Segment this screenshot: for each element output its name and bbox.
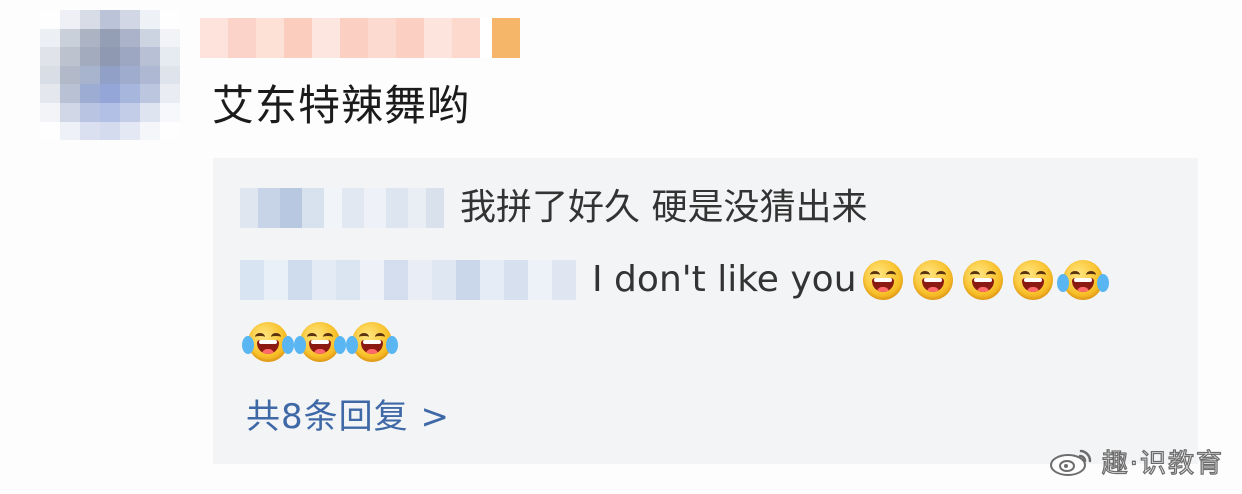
- view-more-replies-link[interactable]: 共8条回复 >: [246, 392, 450, 442]
- reply-username-obscured[interactable]: [240, 260, 576, 300]
- grinning-face-icon: [912, 260, 953, 300]
- avatar[interactable]: [40, 10, 180, 141]
- tears-of-joy-icon: [294, 322, 346, 362]
- comment-card: 艾东特辣舞哟 我拼了好久 硬是没猜出来 I don't like you 共8条…: [0, 0, 1242, 494]
- emoji-wrap-line: [242, 322, 398, 362]
- username-obscured[interactable]: [200, 18, 520, 58]
- grinning-face-icon: [1012, 260, 1053, 300]
- tears-of-joy-icon: [1056, 260, 1109, 300]
- tears-of-joy-icon: [242, 322, 294, 362]
- reply-text: I don't like you: [592, 259, 857, 300]
- emoji-group: [862, 260, 1109, 300]
- weibo-logo-icon: [1049, 449, 1091, 476]
- reply-item[interactable]: 我拼了好久 硬是没猜出来: [240, 186, 867, 230]
- reply-text: 我拼了好久 硬是没猜出来: [460, 187, 868, 228]
- watermark: 趣·识教育: [1048, 443, 1224, 480]
- reply-username-obscured[interactable]: [240, 188, 444, 228]
- grinning-face-icon: [962, 260, 1003, 300]
- emoji-group: [242, 322, 398, 362]
- watermark-text: 趣·识教育: [1101, 448, 1224, 479]
- comment-text: 艾东特辣舞哟: [212, 81, 471, 130]
- grinning-face-icon: [862, 260, 903, 300]
- reply-item[interactable]: I don't like you: [240, 258, 1109, 302]
- tears-of-joy-icon: [346, 322, 398, 362]
